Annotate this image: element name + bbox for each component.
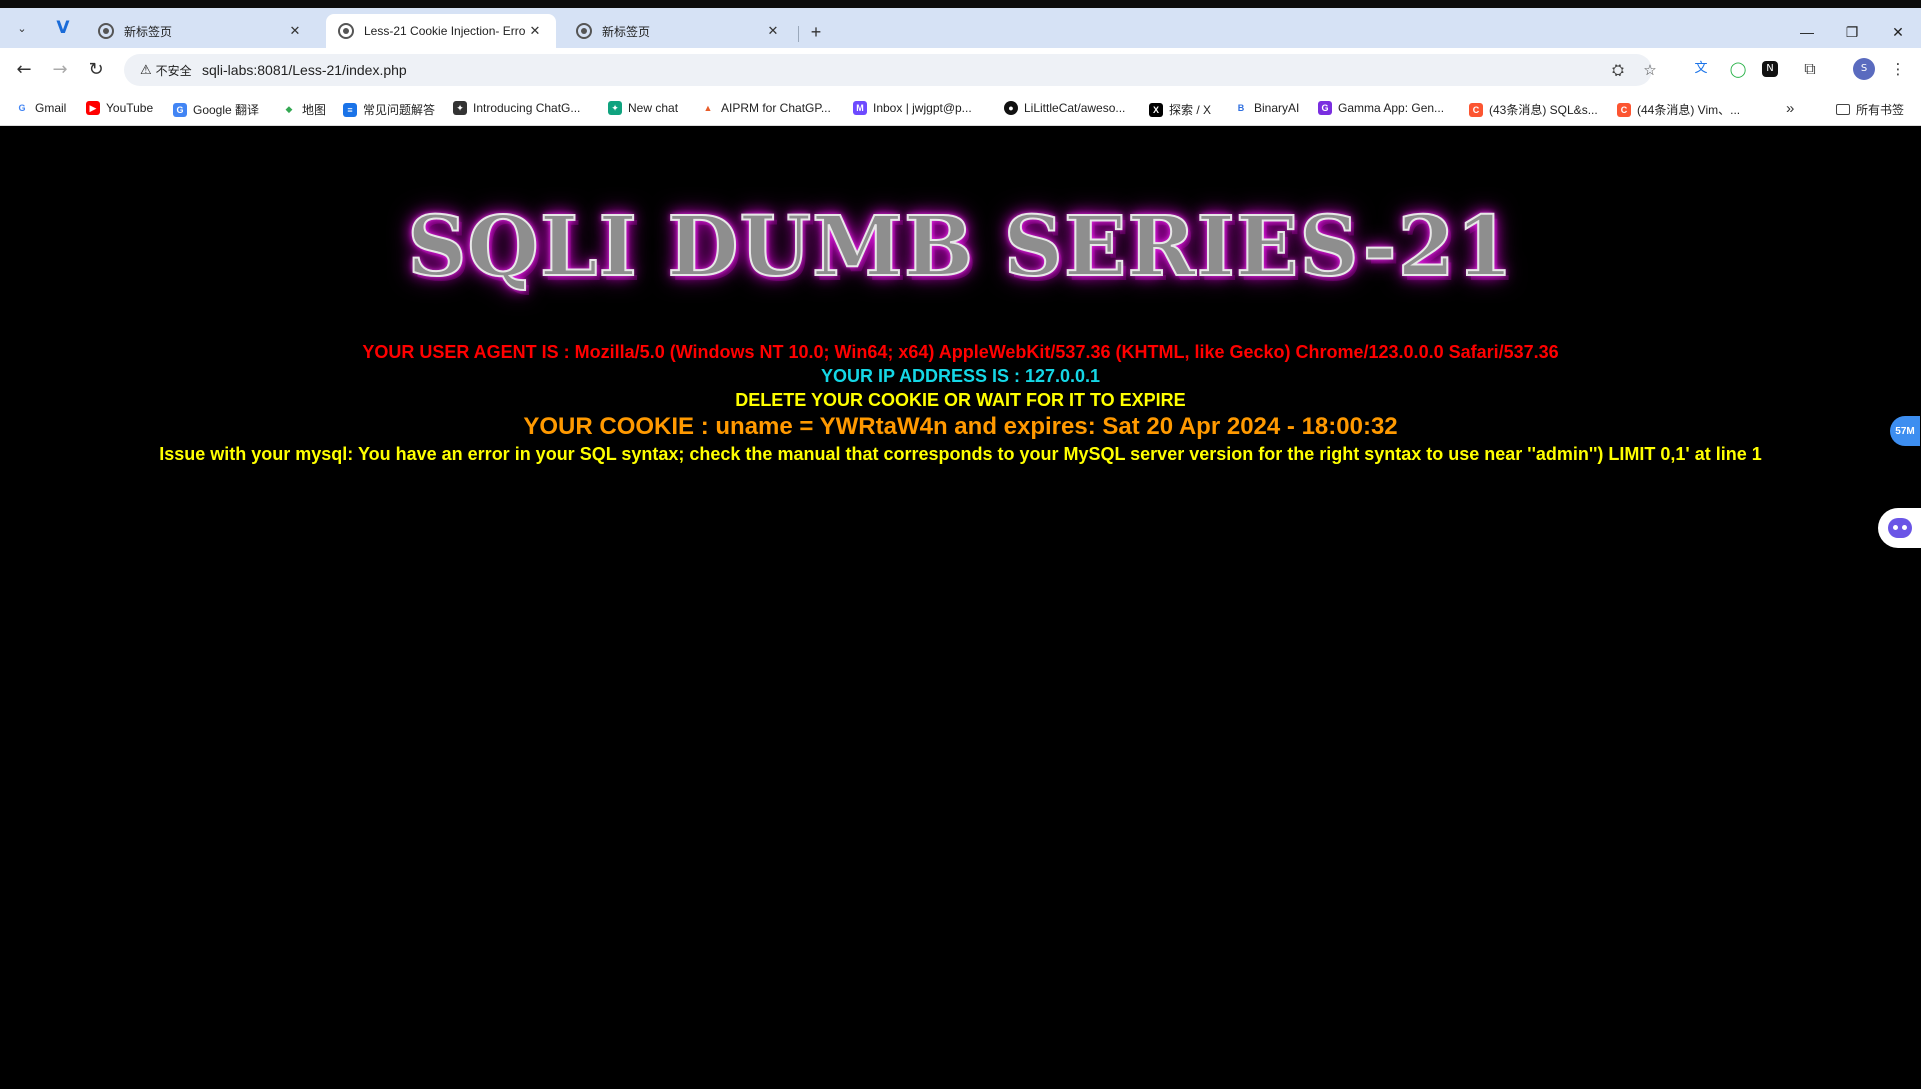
google-icon: G <box>18 103 26 113</box>
bookmarks-bar: G Gmail ▶ YouTube G Google 翻译 ◆ 地图 ≡ 常见问… <box>0 92 1921 126</box>
cookie-text: YOUR COOKIE : uname = YWRtaW4n and expir… <box>523 413 1398 440</box>
chevron-double-right-icon[interactable]: » <box>1786 100 1794 117</box>
chrome-icon <box>576 23 592 39</box>
csdn-icon: C <box>1469 102 1483 117</box>
bookmark-star-icon[interactable]: ☆ <box>1640 61 1660 81</box>
warning-triangle-icon: ⚠ <box>140 62 152 78</box>
bookmark-new-chat[interactable]: ✦ New chat <box>608 101 678 115</box>
bookmark-label: (44条消息) Vim、... <box>1637 103 1741 117</box>
back-arrow-icon[interactable]: ← <box>12 58 36 82</box>
bookmark-inbox[interactable]: M Inbox | jwjgpt@p... <box>853 101 972 115</box>
bookmark-label: (43条消息) SQL&s... <box>1489 103 1598 117</box>
pinned-tab-v-icon[interactable]: V <box>46 15 80 41</box>
tab-strip: ⌄ V 新标签页 ✕ Less-21 Cookie Injection- Err… <box>0 8 1921 48</box>
tab-search-chevron-icon[interactable]: ⌄ <box>12 18 32 38</box>
openai-icon: ✦ <box>608 101 622 115</box>
globe-icon <box>338 23 354 39</box>
security-label: 不安全 <box>155 63 192 78</box>
menu-kebab-icon[interactable]: ⋮ <box>1887 58 1909 80</box>
bookmark-aiprm[interactable]: ▲ AIPRM for ChatGP... <box>701 101 831 115</box>
bookmark-google-translate[interactable]: G Google 翻译 <box>173 101 259 118</box>
bookmark-label: YouTube <box>106 101 154 115</box>
tab-title: Less-21 Cookie Injection- Error <box>364 24 526 38</box>
black-extension-icon[interactable]: N <box>1762 61 1778 77</box>
tab-title: 新标签页 <box>602 24 651 39</box>
translate-icon: G <box>173 102 187 117</box>
bookmark-introducing-chatgpt[interactable]: ✦ Introducing ChatG... <box>453 101 580 115</box>
bookmark-faq[interactable]: ≡ 常见问题解答 <box>343 101 435 118</box>
bookmark-csdn-44[interactable]: C (44条消息) Vim、... <box>1617 101 1740 118</box>
window-close-icon[interactable]: ✕ <box>1888 24 1908 41</box>
ip-address-text: YOUR IP ADDRESS IS : 127.0.0.1 <box>820 366 1101 386</box>
close-icon[interactable]: ✕ <box>764 23 782 39</box>
user-agent-text: YOUR USER AGENT IS : Mozilla/5.0 (Window… <box>362 342 1559 362</box>
translate-icon[interactable]: ⛭ <box>1608 61 1628 81</box>
url-text[interactable]: sqli-labs:8081/Less-21/index.php <box>202 62 407 78</box>
tab-less21[interactable]: Less-21 Cookie Injection- Error ✕ <box>326 14 556 48</box>
doc-icon: ≡ <box>343 102 357 117</box>
bookmark-label: Gmail <box>35 101 67 115</box>
bookmark-label: AIPRM for ChatGP... <box>721 101 831 115</box>
delete-cookie-notice: DELETE YOUR COOKIE OR WAIT FOR IT TO EXP… <box>735 390 1186 410</box>
x-icon: X <box>1149 102 1163 117</box>
tab-newtab-1[interactable]: 新标签页 ✕ <box>86 14 316 48</box>
folder-icon <box>1836 104 1850 115</box>
bookmark-gamma[interactable]: G Gamma App: Gen... <box>1318 101 1444 115</box>
binaryai-icon: B <box>1237 103 1245 113</box>
address-bar[interactable]: ⚠ 不安全 sqli-labs:8081/Less-21/index.php ⛭… <box>124 54 1657 86</box>
tab-newtab-2[interactable]: 新标签页 ✕ <box>564 14 794 48</box>
green-circle-extension-icon[interactable]: ◯ <box>1727 58 1749 80</box>
minimize-icon[interactable]: — <box>1797 24 1817 40</box>
bookmark-label: New chat <box>628 101 679 115</box>
restore-icon[interactable]: ❐ <box>1842 24 1862 41</box>
mysql-error-text: Issue with your mysql: You have an error… <box>159 444 1762 464</box>
chrome-icon <box>98 23 114 39</box>
new-tab-plus-icon[interactable]: + <box>806 23 826 43</box>
map-pin-icon: ◆ <box>285 104 293 114</box>
bookmark-label: BinaryAI <box>1254 101 1300 115</box>
openai-icon: ✦ <box>453 101 467 115</box>
all-bookmarks-button[interactable]: 所有书签 <box>1836 101 1904 118</box>
close-icon[interactable]: ✕ <box>286 23 304 39</box>
all-bookmarks-label: 所有书签 <box>1856 103 1905 117</box>
bookmark-label: 探索 / X <box>1169 103 1212 117</box>
bookmark-label: Inbox | jwjgpt@p... <box>873 101 972 115</box>
bookmark-gmail[interactable]: G Gmail <box>15 101 66 115</box>
reload-icon[interactable]: ↻ <box>84 58 108 82</box>
tab-title: 新标签页 <box>124 24 173 39</box>
translate-extension-icon[interactable]: 文 <box>1690 58 1712 80</box>
bookmark-binaryai[interactable]: B BinaryAI <box>1234 101 1300 115</box>
side-floating-badge[interactable]: 57M <box>1890 416 1920 446</box>
info-block: YOUR USER AGENT IS : Mozilla/5.0 (Window… <box>0 340 1921 466</box>
proton-mail-icon: M <box>853 101 867 115</box>
side-assistant-button[interactable] <box>1878 508 1921 548</box>
bookmark-label: 常见问题解答 <box>363 103 436 117</box>
forward-arrow-icon[interactable]: → <box>48 58 72 82</box>
bookmark-maps[interactable]: ◆ 地图 <box>282 101 326 118</box>
bookmark-github[interactable]: ● LiLittleCat/aweso... <box>1004 101 1125 115</box>
close-icon[interactable]: ✕ <box>526 23 544 39</box>
security-indicator[interactable]: ⚠ 不安全 <box>132 59 200 81</box>
bookmark-csdn-43[interactable]: C (43条消息) SQL&s... <box>1469 101 1598 118</box>
bookmark-label: Introducing ChatG... <box>473 101 581 115</box>
aiprm-icon: ▲ <box>703 103 713 113</box>
bookmark-label: Gamma App: Gen... <box>1338 101 1445 115</box>
tab-separator <box>798 26 799 42</box>
window-top-edge <box>0 0 1921 8</box>
profile-avatar[interactable]: S <box>1853 58 1875 80</box>
youtube-icon: ▶ <box>86 101 100 115</box>
bookmark-label: LiLittleCat/aweso... <box>1024 101 1126 115</box>
extensions-puzzle-icon[interactable]: ⧉ <box>1799 58 1821 80</box>
bookmark-youtube[interactable]: ▶ YouTube <box>86 101 153 115</box>
gamma-icon: G <box>1318 101 1332 115</box>
bookmark-label: 地图 <box>302 103 327 117</box>
bookmark-x[interactable]: X 探索 / X <box>1149 101 1211 118</box>
page-content: SQLI DUMB SERIES-21 YOUR USER AGENT IS :… <box>0 127 1921 1089</box>
github-icon: ● <box>1004 101 1018 115</box>
bookmark-label: Google 翻译 <box>193 103 260 117</box>
page-banner-title: SQLI DUMB SERIES-21 <box>406 198 1514 296</box>
assistant-face-icon <box>1887 518 1912 538</box>
toolbar: ← → ↻ ⚠ 不安全 sqli-labs:8081/Less-21/index… <box>0 48 1921 92</box>
csdn-icon: C <box>1617 102 1631 117</box>
